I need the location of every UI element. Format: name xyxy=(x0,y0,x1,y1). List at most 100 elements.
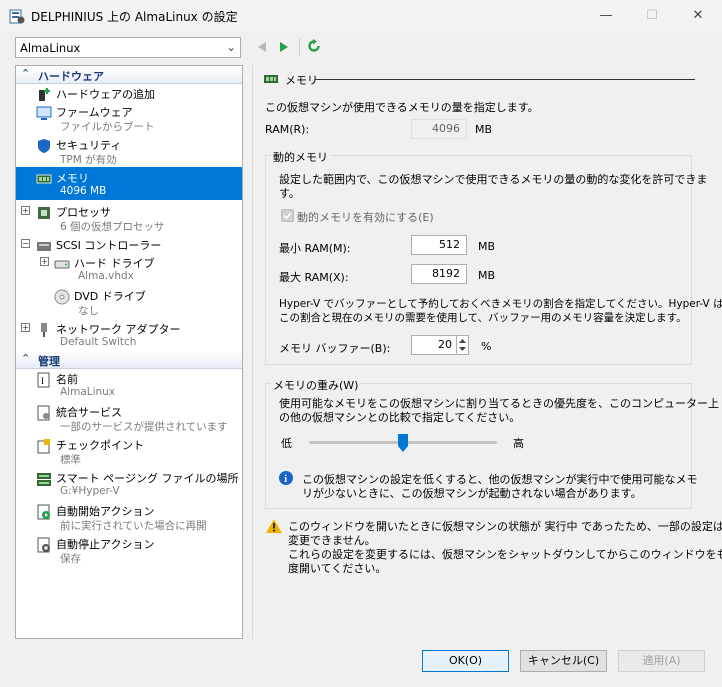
tree-item-title: セキュリティ xyxy=(56,139,122,152)
tree-item-title: ハード ドライブ xyxy=(74,257,155,270)
warning-icon xyxy=(266,519,282,533)
back-arrow-icon[interactable] xyxy=(256,41,268,53)
enable-dynamic-checkbox[interactable] xyxy=(281,209,294,222)
weight-high-label: 高 xyxy=(513,437,524,450)
smart-paging-icon xyxy=(37,473,51,486)
maximize-button[interactable]: ☐ xyxy=(629,0,675,31)
close-button[interactable]: ✕ xyxy=(675,0,721,31)
tree-item-title: ネットワーク アダプター xyxy=(56,323,181,336)
auto-start-icon xyxy=(37,504,50,520)
tree-item-title: チェックポイント xyxy=(56,439,144,452)
vm-select-value: AlmaLinux xyxy=(20,41,81,55)
tree-item-memory[interactable]: メモリ 4096 MB xyxy=(16,167,242,200)
tree-item-subtitle: 一部のサービスが提供されています xyxy=(60,421,228,433)
weight-slider-thumb[interactable] xyxy=(398,434,408,452)
tree-item-title: SCSI コントローラー xyxy=(56,239,162,252)
tree-item-firmware[interactable]: ファームウェア ファイルからブート xyxy=(16,101,242,134)
dynamic-desc-line2: す。 xyxy=(279,187,300,200)
tree-item-checkpoints[interactable]: チェックポイント 標準 xyxy=(16,434,242,467)
checkpoint-camera-icon xyxy=(37,439,50,454)
forward-arrow-icon[interactable] xyxy=(278,41,290,53)
collapse-icon[interactable]: − xyxy=(21,239,30,248)
tree-item-title: 自動開始アクション xyxy=(56,505,155,518)
tree-item-hard-drive[interactable]: + ハード ドライブ Alma.vhdx xyxy=(16,252,242,285)
network-adapter-icon xyxy=(41,323,47,337)
apply-button[interactable]: 適用(A) xyxy=(618,650,705,672)
collapse-chevron-icon: ⌃ xyxy=(21,352,31,365)
cancel-button[interactable]: キャンセル(C) xyxy=(520,650,607,672)
header-divider xyxy=(315,79,695,80)
window-title: DELPHINIUS 上の AlmaLinux の設定 xyxy=(31,10,238,24)
enable-dynamic-label: 動的メモリを有効にする(E) xyxy=(297,211,434,224)
refresh-icon[interactable] xyxy=(307,39,321,53)
processor-icon xyxy=(38,207,50,219)
expand-icon[interactable]: + xyxy=(21,323,30,332)
svg-text:I: I xyxy=(41,376,44,386)
integration-services-icon xyxy=(37,405,50,421)
memory-buffer-label: メモリ バッファー(B): xyxy=(279,342,391,355)
hardware-section-header[interactable]: ⌃ ハードウェア xyxy=(16,67,242,84)
weight-low-label: 低 xyxy=(281,437,292,450)
ok-button[interactable]: OK(O) xyxy=(422,650,509,672)
memory-intro: この仮想マシンが使用できるメモリの量を指定します。 xyxy=(265,101,539,114)
tree-item-security[interactable]: セキュリティ TPM が有効 xyxy=(16,134,242,167)
max-ram-input[interactable]: 8192 xyxy=(411,264,467,284)
slider-thumb-shape xyxy=(398,434,408,452)
memory-buffer-spinner[interactable] xyxy=(456,335,469,355)
settings-tree: ⌃ ハードウェア ハードウェアの追加 ファームウェア ファイルからブート セキュ… xyxy=(15,65,243,639)
tree-item-title: DVD ドライブ xyxy=(74,290,146,303)
memory-buffer-input[interactable]: 20 xyxy=(411,335,457,355)
vm-select[interactable]: AlmaLinux ⌄ xyxy=(15,37,241,58)
collapse-chevron-icon: ⌃ xyxy=(21,67,31,80)
min-ram-unit: MB xyxy=(478,240,496,253)
max-ram-label: 最大 RAM(X): xyxy=(279,271,349,284)
tree-item-title: 自動停止アクション xyxy=(56,538,155,551)
tree-item-name[interactable]: I 名前 AlmaLinux xyxy=(16,368,242,401)
check-icon xyxy=(283,212,292,220)
tree-item-processor[interactable]: + プロセッサ 6 個の仮想プロセッサ xyxy=(16,201,242,234)
management-section-header[interactable]: ⌃ 管理 xyxy=(16,352,242,369)
tree-item-title: 統合サービス xyxy=(56,406,122,419)
memory-buffer-unit: % xyxy=(481,340,492,353)
management-section-label: 管理 xyxy=(38,355,60,368)
tree-item-title: 名前 xyxy=(56,373,78,386)
ram-label: RAM(R): xyxy=(265,123,310,136)
memory-chip-icon xyxy=(36,174,52,184)
svg-text:i: i xyxy=(284,474,287,485)
minimize-button[interactable]: — xyxy=(583,0,629,31)
panel-header: メモリ xyxy=(285,74,318,87)
tree-item-subtitle: なし xyxy=(78,305,99,317)
chevron-down-icon: ⌄ xyxy=(226,40,236,54)
memory-chip-icon xyxy=(264,75,278,83)
buffer-desc-line1: Hyper-V でバッファーとして予約しておくべきメモリの割合を指定してください… xyxy=(279,298,722,310)
tree-item-auto-stop[interactable]: 自動停止アクション 保存 xyxy=(16,533,242,566)
spinner-arrows-icon xyxy=(459,339,466,351)
tree-item-subtitle: 保存 xyxy=(60,553,81,565)
dynamic-desc-line1: 設定した範囲内で、この仮想マシンで使用できるメモリの量の動的な変化を許可できま xyxy=(279,173,708,186)
hyperv-app-icon xyxy=(9,9,25,24)
ram-input[interactable]: 4096 xyxy=(411,119,467,139)
tree-item-subtitle: Default Switch xyxy=(60,336,137,348)
tree-item-auto-start[interactable]: 自動開始アクション 前に実行されていた場合に再開 xyxy=(16,500,242,533)
tree-item-dvd-drive[interactable]: DVD ドライブ なし xyxy=(16,285,242,318)
tree-item-subtitle: 4096 MB xyxy=(60,185,107,197)
tree-item-smart-paging[interactable]: スマート ページング ファイルの場所 G:¥Hyper-V xyxy=(16,467,242,500)
expand-icon[interactable]: + xyxy=(21,206,30,215)
min-ram-input[interactable]: 512 xyxy=(411,235,467,255)
shield-icon xyxy=(38,139,50,153)
max-ram-unit: MB xyxy=(478,269,496,282)
tree-item-subtitle: 標準 xyxy=(60,454,81,466)
tree-item-network-adapter[interactable]: + ネットワーク アダプター Default Switch xyxy=(16,318,242,351)
buffer-desc-line2: この割合と現在のメモリの需要を使用して、バッファー用のメモリ容量を決定します。 xyxy=(279,312,687,324)
dvd-disc-icon xyxy=(54,289,70,305)
tree-item-subtitle: 前に実行されていた場合に再開 xyxy=(60,520,207,532)
tree-item-subtitle: Alma.vhdx xyxy=(78,270,134,282)
tree-item-integration-services[interactable]: 統合サービス 一部のサービスが提供されています xyxy=(16,401,242,434)
tree-item-title: ハードウェアの追加 xyxy=(56,88,155,101)
title-bar: DELPHINIUS 上の AlmaLinux の設定 — ☐ ✕ xyxy=(0,0,722,31)
expand-icon[interactable]: + xyxy=(40,257,49,266)
tree-item-subtitle: TPM が有効 xyxy=(60,154,117,166)
tree-item-title: メモリ xyxy=(56,172,89,185)
dynamic-memory-legend: 動的メモリ xyxy=(271,149,330,165)
min-ram-label: 最小 RAM(M): xyxy=(279,242,351,255)
